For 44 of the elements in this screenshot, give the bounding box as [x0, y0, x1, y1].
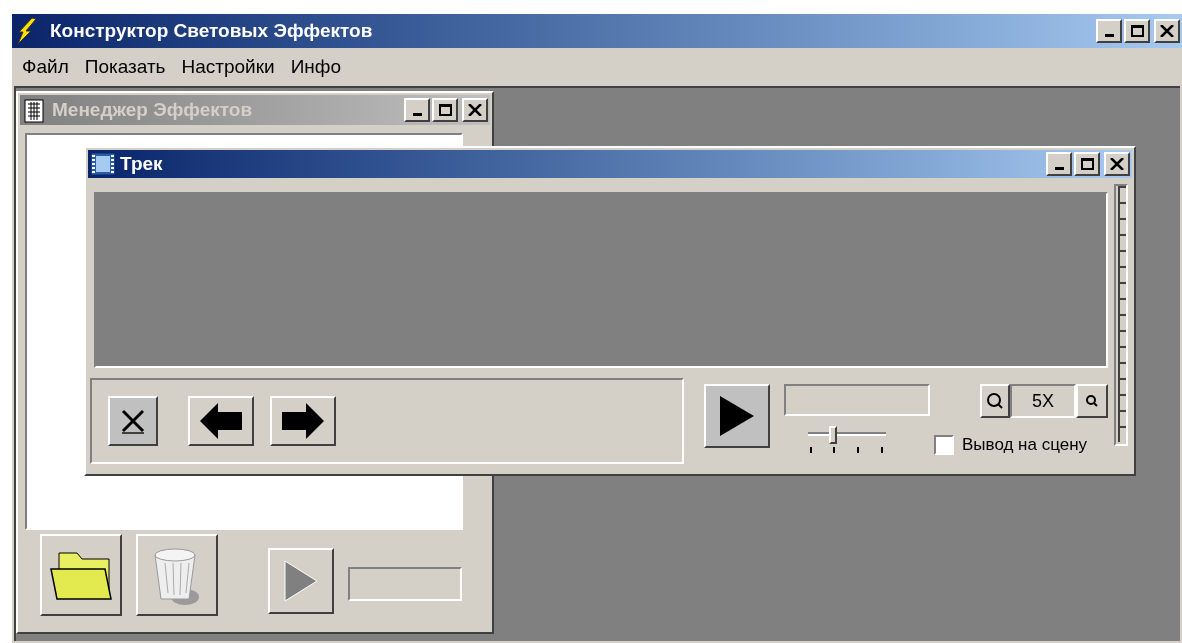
play-icon: [718, 395, 756, 437]
window-title: Менеджер Эффектов: [52, 97, 253, 122]
x-icon: [120, 408, 146, 434]
close-button[interactable]: [1104, 152, 1130, 176]
text-field[interactable]: [784, 384, 930, 416]
minimize-button[interactable]: [404, 98, 430, 122]
checkbox-label: Вывод на сцену: [962, 434, 1088, 456]
minimize-button[interactable]: [1096, 19, 1122, 43]
slider[interactable]: [808, 426, 886, 454]
close-icon: [1160, 25, 1174, 37]
maximize-button[interactable]: [1124, 19, 1150, 43]
open-button[interactable]: [40, 534, 122, 616]
film-icon: [90, 151, 116, 177]
close-icon: [1110, 158, 1124, 170]
checkbox[interactable]: [934, 434, 954, 455]
menu-item[interactable]: Инфо: [282, 52, 350, 82]
minimize-button[interactable]: [1046, 152, 1072, 176]
folder-icon: [49, 549, 113, 601]
maximize-button[interactable]: [1074, 152, 1100, 176]
tick-marks-icon: [810, 446, 884, 454]
menu-item[interactable]: Файл: [14, 52, 77, 82]
back-button[interactable]: [188, 396, 254, 446]
delete-button[interactable]: [108, 396, 158, 446]
menu-item[interactable]: Настройки: [173, 52, 283, 82]
calculator-icon: [22, 97, 46, 123]
close-icon: [468, 104, 482, 116]
forward-button[interactable]: [270, 396, 336, 446]
close-button[interactable]: [462, 98, 488, 122]
text-field[interactable]: [348, 567, 462, 601]
magnifier-icon: [1085, 394, 1099, 408]
maximize-button[interactable]: [432, 98, 458, 122]
window-title: Конструктор Световых Эффектов: [50, 18, 373, 43]
close-button[interactable]: [1154, 19, 1180, 43]
right-arrow-icon: [280, 402, 326, 440]
zoom-out-button[interactable]: [1076, 384, 1108, 418]
menu-item[interactable]: Показать: [76, 52, 174, 82]
window-title: Трек: [120, 151, 163, 176]
delete-button[interactable]: [136, 534, 218, 616]
play-button[interactable]: [704, 384, 770, 448]
magnifier-icon: [986, 392, 1004, 410]
zoom-in-button[interactable]: [980, 384, 1010, 418]
slider-thumb[interactable]: [829, 426, 837, 444]
left-arrow-icon: [198, 402, 244, 440]
zoom-level: 5X: [1010, 384, 1076, 418]
